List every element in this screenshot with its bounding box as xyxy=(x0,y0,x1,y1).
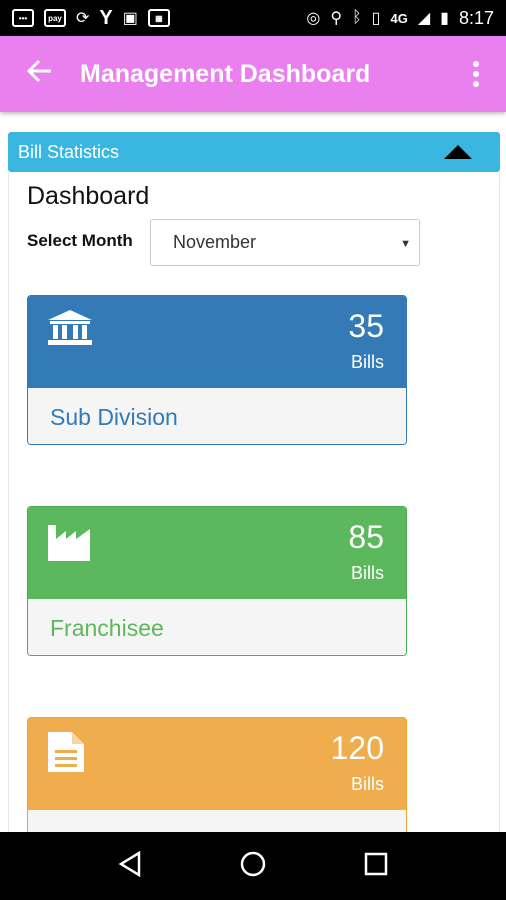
card-sub-division[interactable]: 35 Bills Sub Division xyxy=(27,295,407,445)
bill-statistics-header[interactable]: Bill Statistics xyxy=(8,132,500,172)
sync-icon: ⟳ xyxy=(76,10,90,27)
card-header: 35 Bills xyxy=(28,296,406,388)
nav-home-icon[interactable] xyxy=(239,850,267,883)
bill-unit: Bills xyxy=(350,352,384,372)
nav-back-icon[interactable] xyxy=(118,850,142,882)
nav-bar xyxy=(0,832,506,900)
card-franchisee[interactable]: 85 Bills Franchisee xyxy=(27,506,407,656)
tv-icon: ▣ xyxy=(122,10,138,27)
clock: 8:17 xyxy=(458,7,494,28)
card-header: 85 Bills xyxy=(28,507,406,599)
location-icon: ⚲ xyxy=(330,10,343,27)
card-header: 120 Bills xyxy=(28,718,406,810)
battery-icon: ▮ xyxy=(440,10,449,27)
nav-recents-icon[interactable] xyxy=(364,852,388,881)
status-bar: ••• pay ⟳ Y ▣ ▦ ◎ ⚲ ᛒ ▯ 4G ◢ ▮ 8:17 xyxy=(0,0,506,36)
app-icon: ▦ xyxy=(147,9,170,27)
section-title: Bill Statistics xyxy=(18,141,120,162)
vibrate-icon: ▯ xyxy=(371,10,381,27)
chat-icon: ••• xyxy=(12,9,34,27)
page-title: Management Dashboard xyxy=(80,59,371,88)
month-label: Select Month xyxy=(27,231,133,250)
document-icon xyxy=(48,732,84,777)
network-label: 4G xyxy=(390,10,408,26)
hotspot-icon: ◎ xyxy=(306,10,321,27)
month-select[interactable]: November ▼ xyxy=(150,219,420,266)
app-bar: Management Dashboard xyxy=(0,36,506,112)
card-label: Sub Division xyxy=(28,388,406,444)
more-vert-icon[interactable] xyxy=(446,61,506,87)
card-label: Franchisee xyxy=(28,599,406,655)
triangle-up-icon[interactable] xyxy=(444,145,472,159)
bill-unit: Bills xyxy=(350,774,384,794)
bank-icon xyxy=(48,310,92,353)
bill-count: 85 xyxy=(348,519,384,555)
dashboard-title: Dashboard xyxy=(27,182,150,210)
signal-icon: ◢ xyxy=(417,10,431,27)
bill-unit: Bills xyxy=(350,563,384,583)
yahoo-icon: Y xyxy=(99,6,113,29)
chevron-down-icon: ▼ xyxy=(400,238,411,250)
bill-count: 35 xyxy=(348,308,384,344)
bill-count: 120 xyxy=(330,730,384,766)
month-value: November xyxy=(173,232,257,252)
arrow-left-icon[interactable] xyxy=(0,57,80,91)
factory-icon xyxy=(48,521,90,566)
bluetooth-icon: ᛒ xyxy=(352,9,362,26)
paytm-icon: pay xyxy=(44,9,66,27)
